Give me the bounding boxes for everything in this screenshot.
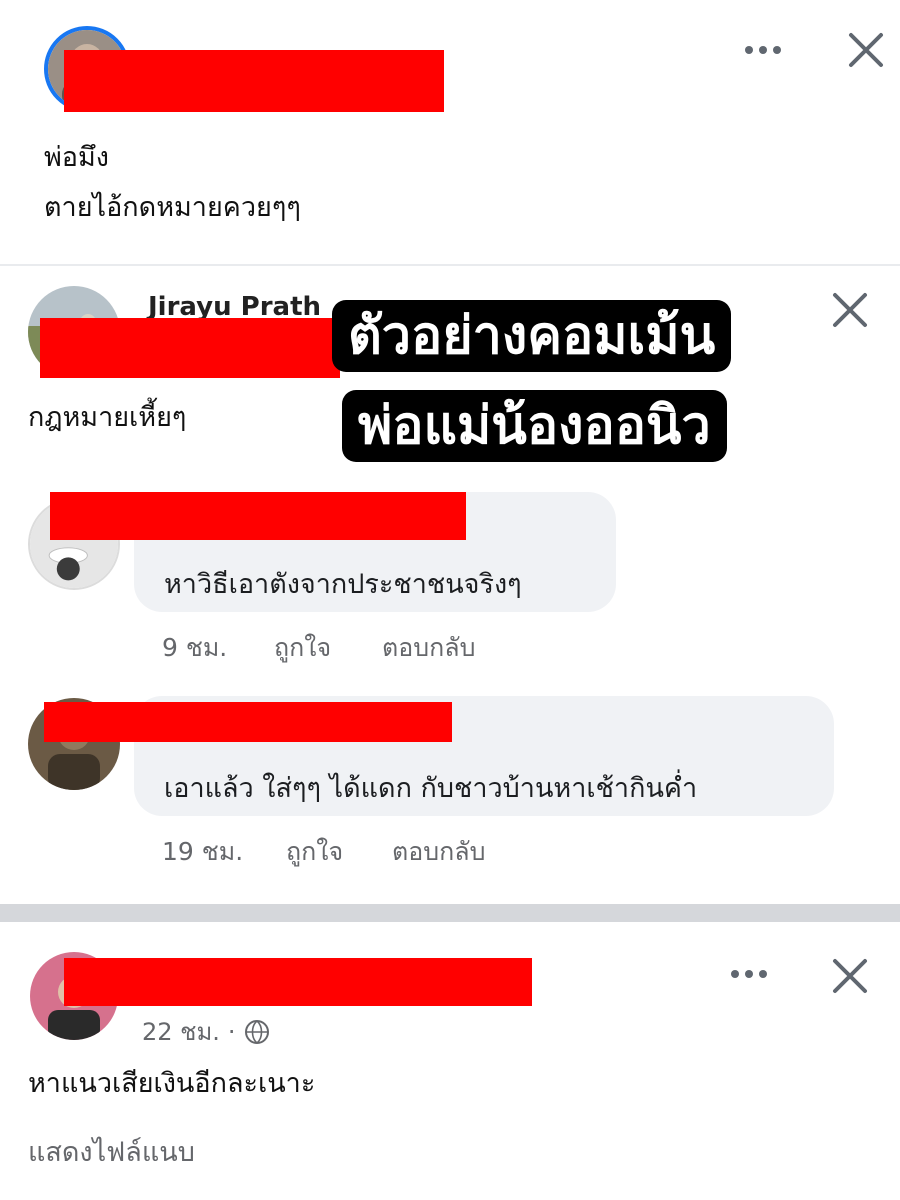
meta-separator: · [227, 1017, 236, 1046]
close-icon[interactable] [828, 288, 872, 332]
redacted-name [64, 50, 444, 112]
comment-time: 9 ชม. [162, 633, 228, 662]
more-horizontal-icon[interactable] [740, 36, 786, 64]
post-time[interactable]: 22 ชม. [142, 1012, 220, 1051]
post-card-1: พ่อมึง ตายไอ้กดหมายควยๆๆ [0, 0, 900, 264]
close-icon[interactable] [828, 954, 872, 998]
comment-thread: หาวิธีเอาตังจากประชาชนจริงๆ 9 ชม. ถูกใจ … [0, 474, 900, 904]
more-horizontal-icon[interactable] [726, 960, 772, 988]
overlay-caption-line-1: ตัวอย่างคอมเม้น [332, 300, 732, 372]
comment-text: หาวิธีเอาตังจากประชาชนจริงๆ [164, 569, 522, 600]
show-attachment-link[interactable]: แสดงไฟล์แนบ [28, 1130, 195, 1173]
post-text-line-2: ตายไอ้กดหมายควยๆๆ [44, 192, 301, 223]
post-meta: 22 ชม. · [142, 1012, 270, 1051]
globe-icon [244, 1019, 270, 1045]
like-link[interactable]: ถูกใจ [274, 628, 382, 668]
like-link[interactable]: ถูกใจ [286, 832, 392, 872]
close-icon[interactable] [844, 28, 888, 72]
redacted-name [50, 492, 466, 540]
redacted-name [40, 318, 340, 378]
overlay-caption-line-2: พ่อแม่น้องออนิว [342, 390, 727, 462]
reply-link[interactable]: ตอบกลับ [382, 628, 475, 668]
post-card-3: 22 ชม. · หาแนวเสียเงินอีกละเนาะ แสดงไฟล์… [0, 922, 900, 1200]
post-text: หาแนวเสียเงินอีกละเนาะ [28, 1068, 316, 1099]
comment-text: เอาแล้ว ใส่ๆๆ ได้แดก กับชาวบ้านหาเช้ากิน… [164, 773, 698, 804]
comment-time: 19 ชม. [162, 837, 244, 866]
post-text: กฎหมายเหี้ยๆ [28, 402, 187, 433]
redacted-name [64, 958, 532, 1006]
comment-actions: 9 ชม. ถูกใจ ตอบกลับ [162, 628, 475, 668]
comment-actions: 19 ชม. ถูกใจ ตอบกลับ [162, 832, 485, 872]
section-divider [0, 904, 900, 922]
redacted-name [44, 702, 452, 742]
reply-link[interactable]: ตอบกลับ [392, 832, 485, 872]
post-text-line-1: พ่อมึง [44, 142, 109, 173]
